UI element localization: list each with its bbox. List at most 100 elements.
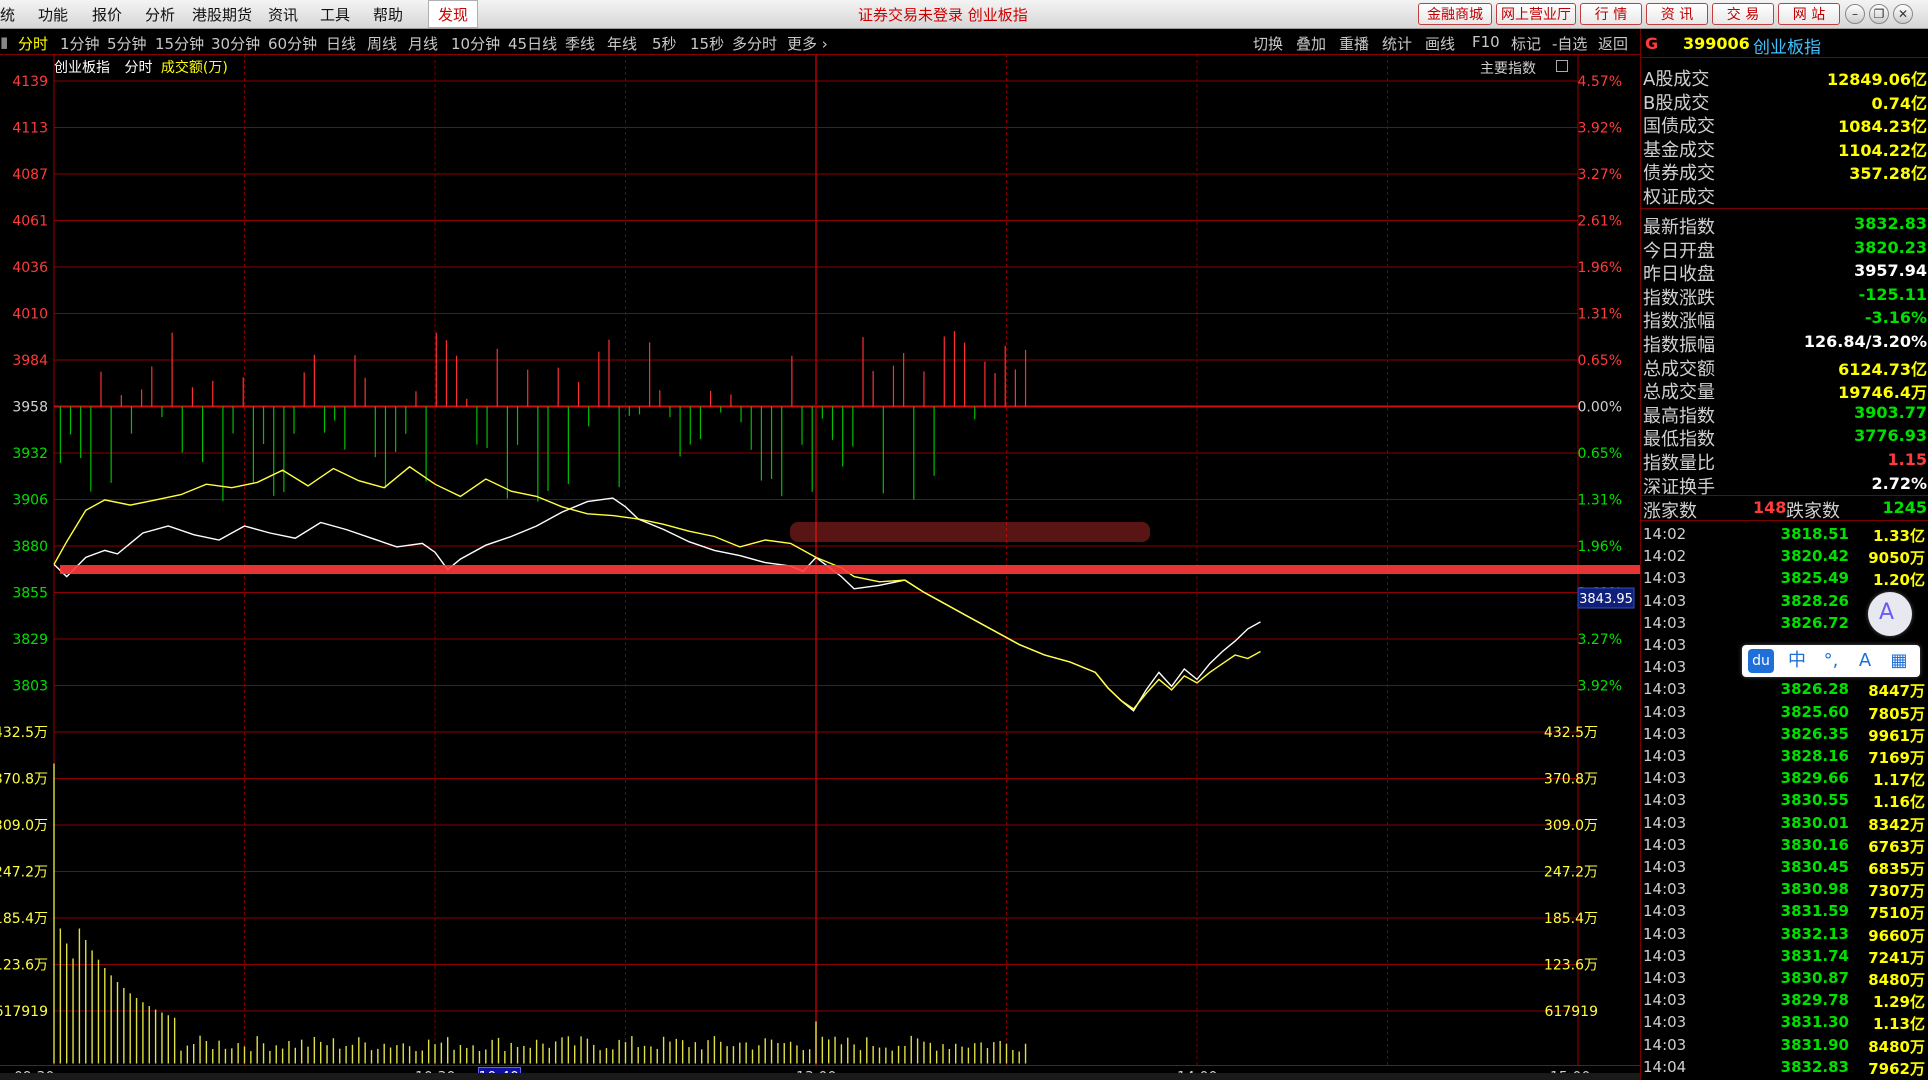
online-hall-button[interactable]: 网上营业厅 — [1496, 3, 1576, 25]
menu-quote[interactable]: 报价 — [92, 4, 122, 25]
financial-mall-button[interactable]: 金融商城 — [1418, 3, 1492, 25]
tool-stats-button[interactable]: 统计 — [1382, 33, 1412, 54]
pct-axis-label: 0.00% — [1578, 400, 1622, 416]
tick-row: 14:02 3818.51 1.33亿 — [1641, 525, 1928, 547]
assistant-icon: A — [1879, 600, 1895, 625]
intraday-chart[interactable]: 4139 4.57% 4113 3.92% 4087 3.27% 4061 2.61% 4036… — [0, 54, 1640, 1073]
tool-draw-button[interactable]: 画线 — [1425, 33, 1455, 54]
menu-tools[interactable]: 工具 — [320, 4, 350, 25]
period-tab-1min[interactable]: 1分钟 — [60, 33, 100, 54]
close-icon[interactable]: ✕ — [1893, 4, 1913, 24]
tool-replay-button[interactable]: 重播 — [1339, 33, 1369, 54]
tick-row: 14:03 3826.28 8447万 — [1641, 680, 1928, 702]
minimize-icon[interactable]: – — [1845, 4, 1865, 24]
period-tab-intraday[interactable]: 分时 — [18, 33, 48, 54]
tool-f10-button[interactable]: F10 — [1472, 33, 1500, 51]
period-tab-30min[interactable]: 30分钟 — [211, 33, 260, 54]
stat-row: 最新指数 3832.83 — [1641, 213, 1928, 238]
stat-row: 最高指数 3903.77 — [1641, 402, 1928, 427]
stat-value: 1084.23亿 — [1838, 117, 1927, 137]
tick-time: 14:02 — [1643, 525, 1687, 543]
tick-time: 14:03 — [1643, 569, 1687, 588]
menu-news[interactable]: 资讯 — [268, 4, 298, 25]
stat-label: 指数振幅 — [1643, 335, 1715, 356]
panel-code-prefix: G — [1645, 34, 1659, 53]
tick-row: 14:03 3830.98 7307万 — [1641, 880, 1928, 902]
period-tab-more[interactable]: 更多 › — [787, 33, 828, 54]
tick-volume: 6835万 — [1868, 860, 1925, 878]
baidu-ime-logo-icon[interactable]: du — [1748, 649, 1774, 673]
tick-price: 3830.87 — [1780, 969, 1849, 987]
period-tab-15min[interactable]: 15分钟 — [155, 33, 204, 54]
ime-chinese-mode-icon[interactable]: 中 — [1784, 649, 1810, 673]
tick-volume: 1.16亿 — [1872, 793, 1925, 812]
menu-hk-futures[interactable]: 港股期货 — [192, 4, 252, 25]
stat-label: 权证成交 — [1643, 187, 1715, 208]
annotation-scribble — [790, 522, 1150, 542]
price-axis-label: 3880 — [12, 539, 48, 555]
period-tab-5min[interactable]: 5分钟 — [107, 33, 147, 54]
pct-axis-label: 3.27% — [1578, 167, 1622, 183]
stat-row: 指数振幅 126.84/3.20% — [1641, 331, 1928, 356]
tick-row: 14:03 3826.35 9961万 — [1641, 725, 1928, 747]
stat-row: 昨日收盘 3957.94 — [1641, 260, 1928, 285]
stat-value: 3832.83 — [1854, 214, 1927, 233]
tick-volume: 7307万 — [1868, 882, 1925, 901]
menu-discover[interactable]: 发现 — [428, 0, 478, 28]
ime-punctuation-icon[interactable]: °, — [1818, 649, 1844, 673]
panel-toggle-icon[interactable] — [1556, 60, 1568, 72]
tick-volume: 8480万 — [1868, 1037, 1925, 1056]
period-tab-10min[interactable]: 10分钟 — [451, 33, 500, 54]
period-tab-multi-intraday[interactable]: 多分时 — [732, 33, 777, 54]
pct-axis-label: 3.92% — [1578, 679, 1622, 695]
tool-overlay-button[interactable]: 叠加 — [1296, 33, 1326, 54]
restore-icon[interactable]: ❐ — [1869, 4, 1889, 24]
pct-axis-label: 0.65% — [1578, 353, 1622, 369]
tick-row: 14:03 3831.30 1.13亿 — [1641, 1013, 1928, 1035]
period-tab-45day[interactable]: 45日线 — [508, 33, 557, 54]
tick-volume: 8447万 — [1868, 682, 1925, 701]
ime-toolbar: du 中 °, A ▦ — [1742, 645, 1920, 677]
period-tab-quarterly[interactable]: 季线 — [565, 33, 595, 54]
stat-row: 债券成交 357.28亿 — [1641, 159, 1928, 185]
tool-back-button[interactable]: 返回 — [1598, 33, 1628, 54]
news-button[interactable]: 资 讯 — [1646, 3, 1708, 25]
stat-label: 最新指数 — [1643, 217, 1715, 238]
period-tab-60min[interactable]: 60分钟 — [268, 33, 317, 54]
tool-mark-button[interactable]: 标记 — [1511, 33, 1541, 54]
trade-button[interactable]: 交 易 — [1712, 3, 1774, 25]
stat-label: 债券成交 — [1643, 163, 1715, 185]
tick-price: 3832.83 — [1780, 1057, 1849, 1076]
period-tab-15sec[interactable]: 15秒 — [690, 33, 724, 54]
market-button[interactable]: 行 情 — [1580, 3, 1642, 25]
period-tab-yearly[interactable]: 年线 — [607, 33, 637, 54]
ime-grid-icon[interactable]: ▦ — [1886, 649, 1912, 673]
tick-row: 14:03 3831.74 7241万 — [1641, 947, 1928, 969]
menu-function[interactable]: 功能 — [38, 4, 68, 25]
stat-value: 3903.77 — [1854, 402, 1927, 422]
period-tab-monthly[interactable]: 月线 — [408, 33, 438, 54]
menu-help[interactable]: 帮助 — [373, 4, 403, 25]
current-price-tag: 3843.95 — [1579, 592, 1633, 607]
ime-assistant-icon[interactable]: A — [1852, 649, 1878, 673]
volume-axis-label-right: 617919 — [1545, 1004, 1598, 1020]
tool-switch-button[interactable]: 切换 — [1253, 33, 1283, 54]
menu-system[interactable]: 统 — [0, 4, 15, 25]
tool-watchlist-button[interactable]: -自选 — [1552, 33, 1587, 54]
tick-volume: 7510万 — [1868, 904, 1925, 923]
pct-axis-label: 1.96% — [1578, 260, 1622, 276]
tick-volume: 9660万 — [1868, 926, 1925, 945]
website-button[interactable]: 网 站 — [1778, 3, 1840, 25]
menu-analysis[interactable]: 分析 — [145, 4, 175, 25]
tick-price: 3832.13 — [1780, 924, 1849, 943]
price-axis-label: 4139 — [12, 74, 48, 90]
tick-time: 14:03 — [1643, 880, 1687, 899]
tick-price: 3831.30 — [1780, 1013, 1849, 1032]
assistant-float-button[interactable]: A — [1868, 592, 1912, 636]
period-tab-weekly[interactable]: 周线 — [367, 33, 397, 54]
period-tab-5sec[interactable]: 5秒 — [652, 33, 677, 54]
volume-axis-label-right: 123.6万 — [1544, 958, 1598, 974]
price-axis-label: 4113 — [12, 121, 48, 137]
volume-axis-label: 432.5万 — [0, 725, 48, 741]
period-tab-daily[interactable]: 日线 — [326, 33, 356, 54]
